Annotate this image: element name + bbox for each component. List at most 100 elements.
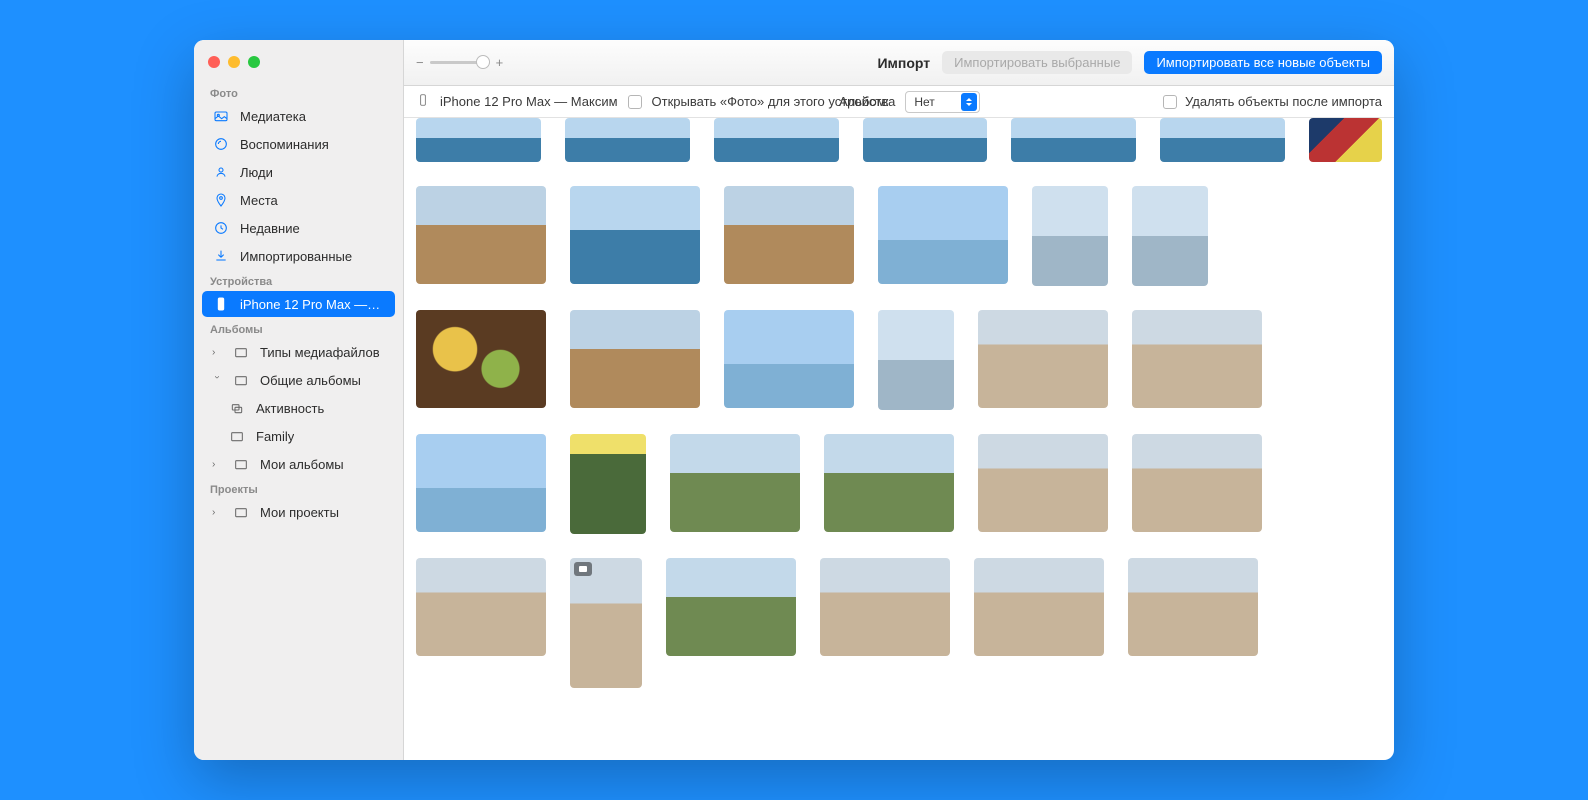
maximize-button[interactable] — [248, 56, 260, 68]
photo-thumbnail[interactable] — [1128, 558, 1258, 656]
photo-thumbnail[interactable] — [570, 558, 642, 688]
slider-knob[interactable] — [476, 55, 490, 69]
label: Люди — [240, 165, 273, 180]
photo-thumbnail[interactable] — [978, 310, 1108, 408]
label: Воспоминания — [240, 137, 329, 152]
photo-thumbnail[interactable] — [666, 558, 796, 656]
sidebar-item-my-albums[interactable]: › Мои альбомы — [202, 451, 395, 477]
photo-grid[interactable] — [404, 118, 1394, 760]
label: Недавние — [240, 221, 300, 236]
label: iPhone 12 Pro Max —… — [240, 297, 380, 312]
close-button[interactable] — [208, 56, 220, 68]
sidebar-item-device[interactable]: iPhone 12 Pro Max —… — [202, 291, 395, 317]
photo-thumbnail[interactable] — [974, 558, 1104, 656]
photo-thumbnail[interactable] — [714, 118, 839, 162]
photo-thumbnail[interactable] — [1132, 186, 1208, 286]
photo-thumbnail[interactable] — [724, 186, 854, 284]
photo-thumbnail[interactable] — [570, 310, 700, 408]
activity-icon — [228, 399, 246, 417]
section-devices: Устройства — [194, 270, 403, 290]
photo-thumbnail[interactable] — [878, 310, 954, 410]
section-photo: Фото — [194, 82, 403, 102]
sidebar-item-media-types[interactable]: › Типы медиафайлов — [202, 339, 395, 365]
photo-thumbnail[interactable] — [565, 118, 690, 162]
album-value: Нет — [914, 95, 934, 109]
zoom-out-icon[interactable]: − — [416, 55, 424, 70]
sidebar-item-places[interactable]: Места — [202, 187, 395, 213]
photo-thumbnail[interactable] — [416, 558, 546, 656]
label: Типы медиафайлов — [260, 345, 380, 360]
folder-icon — [232, 371, 250, 389]
photo-thumbnail[interactable] — [820, 558, 950, 656]
label: Места — [240, 193, 278, 208]
minimize-button[interactable] — [228, 56, 240, 68]
sidebar-item-memories[interactable]: Воспоминания — [202, 131, 395, 157]
photo-thumbnail[interactable] — [724, 310, 854, 408]
chevron-right-icon[interactable]: › — [212, 459, 222, 470]
sidebar-item-shared-albums[interactable]: › Общие альбомы — [202, 367, 395, 393]
photo-thumbnail[interactable] — [416, 310, 546, 408]
album-icon — [228, 427, 246, 445]
import-selected-button[interactable]: Импортировать выбранные — [942, 51, 1132, 74]
photo-thumbnail[interactable] — [570, 186, 700, 284]
delete-after-checkbox[interactable] — [1163, 95, 1177, 109]
album-select[interactable]: Нет — [905, 91, 979, 113]
delete-after-label: Удалять объекты после импорта — [1185, 94, 1382, 109]
photo-thumbnail[interactable] — [1160, 118, 1285, 162]
folder-icon — [232, 455, 250, 473]
memories-icon — [212, 135, 230, 153]
photo-thumbnail[interactable] — [1032, 186, 1108, 286]
label: Мои альбомы — [260, 457, 344, 472]
import-icon — [212, 247, 230, 265]
photo-thumbnail[interactable] — [670, 434, 800, 532]
photo-thumbnail[interactable] — [416, 434, 546, 532]
album-label: Альбом: — [839, 94, 889, 109]
photo-thumbnail[interactable] — [978, 434, 1108, 532]
library-icon — [212, 107, 230, 125]
label: Медиатека — [240, 109, 306, 124]
photo-thumbnail[interactable] — [570, 434, 646, 534]
sidebar-item-people[interactable]: Люди — [202, 159, 395, 185]
photo-thumbnail[interactable] — [416, 186, 546, 284]
photo-thumbnail[interactable] — [1132, 310, 1262, 408]
open-photos-checkbox[interactable] — [628, 95, 642, 109]
sidebar-item-recent[interactable]: Недавние — [202, 215, 395, 241]
sidebar-item-activity[interactable]: Активность — [202, 395, 395, 421]
phone-icon — [416, 93, 430, 110]
sidebar-item-library[interactable]: Медиатека — [202, 103, 395, 129]
grid-row — [416, 118, 1382, 162]
label: Импортированные — [240, 249, 352, 264]
chevron-right-icon[interactable]: › — [212, 507, 222, 518]
import-subbar: iPhone 12 Pro Max — Максим Открывать «Фо… — [404, 86, 1394, 118]
main-area: − + Импорт Импортировать выбранные Импор… — [404, 40, 1394, 760]
grid-row — [416, 434, 1382, 534]
select-arrows-icon — [961, 93, 977, 111]
device-name: iPhone 12 Pro Max — Максим — [440, 94, 618, 109]
import-all-new-button[interactable]: Импортировать все новые объекты — [1144, 51, 1382, 74]
label: Активность — [256, 401, 324, 416]
sidebar: Фото Медиатека Воспоминания Люди Места Н… — [194, 40, 404, 760]
photo-thumbnail[interactable] — [416, 118, 541, 162]
folder-icon — [232, 343, 250, 361]
photo-thumbnail[interactable] — [1132, 434, 1262, 532]
photo-thumbnail[interactable] — [824, 434, 954, 532]
zoom-slider[interactable]: − + — [416, 55, 503, 70]
chevron-right-icon[interactable]: › — [212, 347, 222, 358]
sidebar-item-family[interactable]: Family — [202, 423, 395, 449]
slider-track[interactable] — [430, 61, 490, 64]
photo-thumbnail[interactable] — [863, 118, 988, 162]
toolbar: − + Импорт Импортировать выбранные Импор… — [404, 40, 1394, 86]
sidebar-item-imported[interactable]: Импортированные — [202, 243, 395, 269]
photo-thumbnail[interactable] — [878, 186, 1008, 284]
grid-row — [416, 186, 1382, 286]
photo-thumbnail[interactable] — [1011, 118, 1136, 162]
phone-icon — [212, 295, 230, 313]
zoom-in-icon[interactable]: + — [496, 55, 504, 70]
grid-row — [416, 558, 1382, 688]
section-albums: Альбомы — [194, 318, 403, 338]
photo-thumbnail[interactable] — [1309, 118, 1382, 162]
chevron-down-icon[interactable]: › — [212, 375, 223, 385]
clock-icon — [212, 219, 230, 237]
label: Общие альбомы — [260, 373, 361, 388]
sidebar-item-my-projects[interactable]: › Мои проекты — [202, 499, 395, 525]
